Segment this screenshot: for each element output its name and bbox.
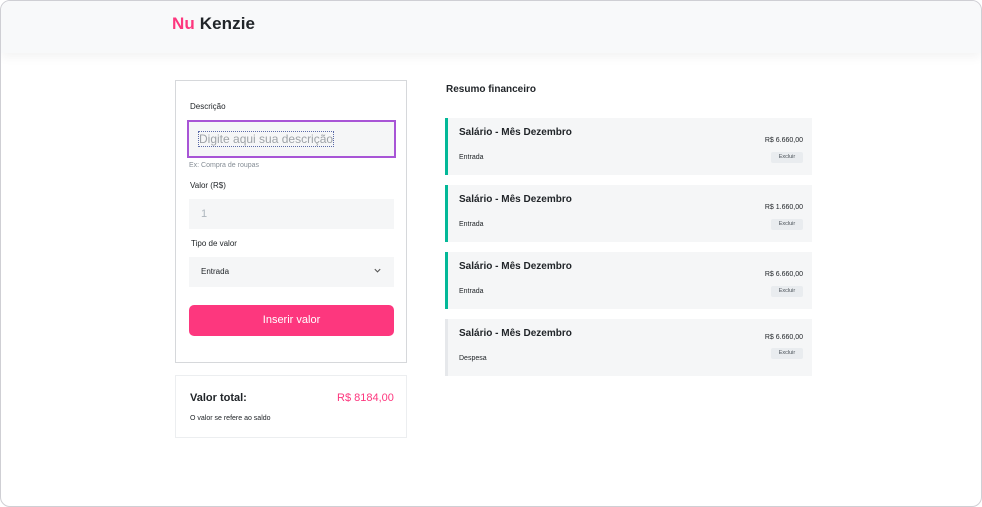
description-input[interactable]: Digite aqui sua descrição [187,120,396,158]
entry-amount: R$ 6.660,00 [764,137,803,144]
total-value: R$ 8184,00 [337,392,394,404]
chevron-down-icon [374,268,381,273]
value-label: Valor (R$) [190,181,226,190]
entry-type: Entrada [459,288,484,295]
logo-nu: Nu [172,14,195,33]
description-label: Descrição [190,102,226,111]
entry-title: Salário - Mês Dezembro [459,328,572,339]
delete-button[interactable]: Excluir [771,286,803,297]
list-item: Salário - Mês Dezembro Despesa R$ 6.660,… [445,319,812,376]
app-window: Nu Kenzie Descrição Digite aqui sua desc… [0,0,982,507]
delete-button[interactable]: Excluir [771,152,803,163]
entry-title: Salário - Mês Dezembro [459,261,572,272]
description-hint: Ex: Compra de roupas [189,162,260,169]
total-note: O valor se refere ao saldo [190,415,271,422]
list-item: Salário - Mês Dezembro Entrada R$ 6.660,… [445,118,812,175]
entry-amount: R$ 6.660,00 [764,334,803,341]
list-item: Salário - Mês Dezembro Entrada R$ 6.660,… [445,252,812,309]
logo-kenzie: Kenzie [199,14,256,33]
entry-type: Entrada [459,221,484,228]
type-select[interactable]: Entrada [189,257,394,287]
summary-title: Resumo financeiro [446,84,537,95]
header: Nu Kenzie [1,1,981,53]
insert-value-button[interactable]: Inserir valor [189,305,394,336]
entry-amount: R$ 1.660,00 [764,204,803,211]
entry-type: Despesa [459,355,487,362]
entry-title: Salário - Mês Dezembro [459,194,572,205]
entry-type: Entrada [459,154,484,161]
logo: Nu Kenzie [172,14,255,34]
value-placeholder: 1 [201,208,208,220]
delete-button[interactable]: Excluir [771,219,803,230]
type-selected-value: Entrada [201,267,230,276]
description-placeholder: Digite aqui sua descrição [197,131,335,147]
entry-amount: R$ 6.660,00 [764,271,803,278]
delete-button[interactable]: Excluir [771,348,803,359]
total-card [175,375,407,438]
total-label: Valor total: [190,392,247,404]
entry-title: Salário - Mês Dezembro [459,127,572,138]
value-input[interactable]: 1 [189,199,394,229]
type-label: Tipo de valor [191,239,237,248]
list-item: Salário - Mês Dezembro Entrada R$ 1.660,… [445,185,812,242]
